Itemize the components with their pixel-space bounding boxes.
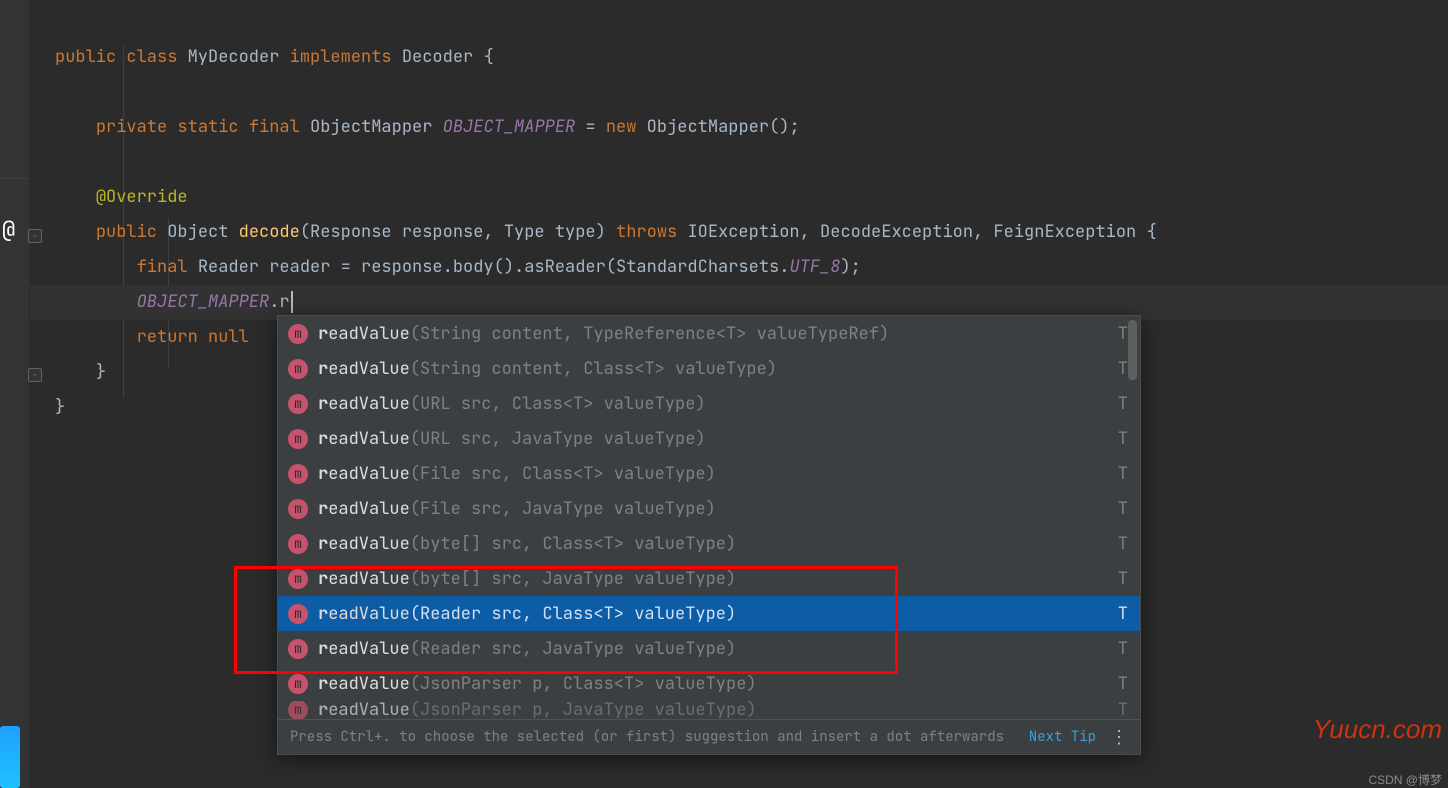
completion-item[interactable]: m readValue(byte[] src, JavaType valueTyp… xyxy=(278,561,1140,596)
completion-item[interactable]: m readValue(byte[] src, Class<T> valueTyp… xyxy=(278,526,1140,561)
completion-item[interactable]: m readValue(JsonParser p, Class<T> valueT… xyxy=(278,666,1140,701)
method-icon: m xyxy=(288,324,308,344)
method-icon: m xyxy=(288,674,308,694)
method-icon: m xyxy=(288,604,308,624)
completion-item[interactable]: m readValue(String content, Class<T> valu… xyxy=(278,351,1140,386)
completion-item-return-type: T xyxy=(1118,568,1128,590)
side-stripe xyxy=(0,726,20,788)
completion-item-label: readValue(Reader src, JavaType valueType… xyxy=(318,638,1098,660)
method-icon: m xyxy=(288,701,308,719)
method-icon: m xyxy=(288,394,308,414)
completion-item-label: readValue(JsonParser p, JavaType valueTy… xyxy=(318,701,1098,719)
method-icon: m xyxy=(288,639,308,659)
completion-item-return-type: T xyxy=(1118,358,1128,380)
next-tip-link[interactable]: Next Tip xyxy=(1029,728,1096,746)
completion-item[interactable]: m readValue(File src, Class<T> valueType)… xyxy=(278,456,1140,491)
code-line[interactable]: @Override xyxy=(30,180,1448,215)
override-gutter-icon[interactable]: @ xyxy=(2,215,15,244)
completion-item-label: readValue(String content, TypeReference<… xyxy=(318,323,1098,345)
completion-footer: Press Ctrl+. to choose the selected (or … xyxy=(278,719,1140,754)
code-completion-popup[interactable]: m readValue(String content, TypeReference… xyxy=(277,315,1141,755)
method-icon: m xyxy=(288,464,308,484)
completion-item-return-type: T xyxy=(1118,393,1128,415)
code-line[interactable]: public Object decode(Response response, … xyxy=(30,215,1448,250)
completion-item[interactable]: m readValue(Reader src, JavaType valueTyp… xyxy=(278,631,1140,666)
completion-item[interactable]: m readValue(Reader src, Class<T> valueTyp… xyxy=(278,596,1140,631)
completion-item-return-type: T xyxy=(1118,533,1128,555)
completion-item-return-type: T xyxy=(1118,323,1128,345)
completion-item-label: readValue(byte[] src, Class<T> valueType… xyxy=(318,533,1098,555)
more-icon[interactable]: ⋮ xyxy=(1110,726,1128,749)
method-icon: m xyxy=(288,569,308,589)
completion-item-return-type: T xyxy=(1118,463,1128,485)
completion-item-return-type: T xyxy=(1118,673,1128,695)
gutter-separator xyxy=(0,178,29,179)
completion-item-label: readValue(URL src, Class<T> valueType) xyxy=(318,393,1098,415)
text-caret xyxy=(291,291,293,313)
gutter: @ - - xyxy=(0,0,30,788)
completion-item-return-type: T xyxy=(1118,638,1128,660)
completion-item[interactable]: m readValue(File src, JavaType valueType)… xyxy=(278,491,1140,526)
watermark-csdn: CSDN @博梦 xyxy=(1368,771,1442,788)
completion-item[interactable]: m readValue(JsonParser p, JavaType valueT… xyxy=(278,701,1140,719)
code-editor[interactable]: public class MyDecoder implements Decode… xyxy=(30,0,1448,788)
completion-scrollbar[interactable] xyxy=(1128,320,1137,380)
completion-item-label: readValue(String content, Class<T> value… xyxy=(318,358,1098,380)
completion-item-return-type: T xyxy=(1118,701,1128,719)
completion-item-return-type: T xyxy=(1118,603,1128,625)
watermark-site: Yuucn.com xyxy=(1313,714,1442,745)
completion-item-label: readValue(File src, Class<T> valueType) xyxy=(318,463,1098,485)
completion-item-label: readValue(Reader src, Class<T> valueType… xyxy=(318,603,1098,625)
completion-item[interactable]: m readValue(URL src, JavaType valueType) T xyxy=(278,421,1140,456)
completion-item-label: readValue(URL src, JavaType valueType) xyxy=(318,428,1098,450)
completion-item[interactable]: m readValue(String content, TypeReference… xyxy=(278,316,1140,351)
code-line[interactable]: final Reader reader = response.body().as… xyxy=(30,250,1448,285)
completion-item-label: readValue(JsonParser p, Class<T> valueTy… xyxy=(318,673,1098,695)
method-icon: m xyxy=(288,499,308,519)
method-icon: m xyxy=(288,429,308,449)
completion-item-return-type: T xyxy=(1118,428,1128,450)
completion-hint: Press Ctrl+. to choose the selected (or … xyxy=(290,728,1023,746)
method-icon: m xyxy=(288,534,308,554)
completion-item-label: readValue(File src, JavaType valueType) xyxy=(318,498,1098,520)
code-line[interactable]: private static final ObjectMapper OBJECT… xyxy=(30,110,1448,145)
completion-item-return-type: T xyxy=(1118,498,1128,520)
completion-item[interactable]: m readValue(URL src, Class<T> valueType) T xyxy=(278,386,1140,421)
method-icon: m xyxy=(288,359,308,379)
completion-item-label: readValue(byte[] src, JavaType valueType… xyxy=(318,568,1098,590)
code-line[interactable]: public class MyDecoder implements Decode… xyxy=(30,40,1448,75)
